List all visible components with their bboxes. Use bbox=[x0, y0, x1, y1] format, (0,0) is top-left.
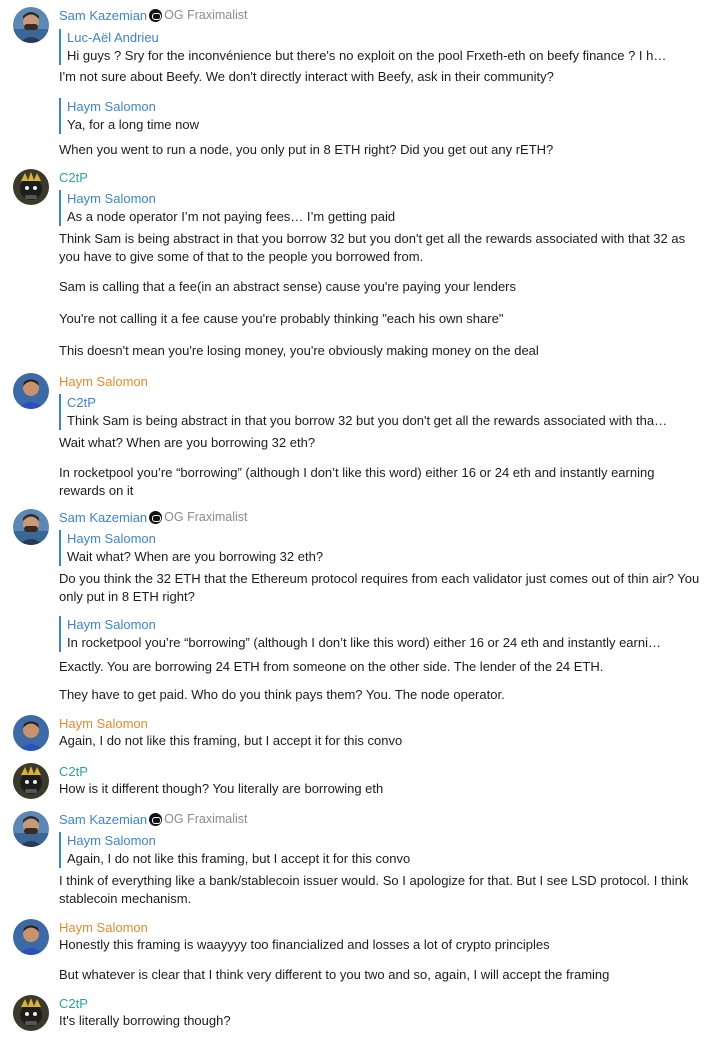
message-text: In rocketpool you’re “borrowing” (althou… bbox=[59, 465, 655, 498]
badge-icon bbox=[149, 8, 163, 22]
avatar-sam[interactable] bbox=[13, 811, 49, 847]
quote-text: Think Sam is being abstract in that you … bbox=[67, 413, 668, 428]
quote-author: Haym Salomon bbox=[67, 833, 156, 848]
avatar-haym[interactable] bbox=[13, 919, 49, 955]
quote-author: Luc-Aël Andrieu bbox=[67, 30, 159, 45]
message-text: I'm not sure about Beefy. We don't direc… bbox=[59, 69, 554, 84]
user-tag: OG Fraximalist bbox=[164, 510, 248, 524]
quote-author: Haym Salomon bbox=[67, 531, 156, 546]
avatar-haym[interactable] bbox=[13, 715, 49, 751]
message-text: Wait what? When are you borrowing 32 eth… bbox=[59, 435, 316, 450]
sender-name[interactable]: C2tP bbox=[59, 996, 88, 1011]
sender-name[interactable]: Sam Kazemian bbox=[59, 510, 147, 525]
quote-text: Again, I do not like this framing, but I… bbox=[67, 851, 411, 866]
message-text: I think of everything like a bank/stable… bbox=[59, 873, 689, 906]
quote-text: Hi guys ? Sry for the inconvénience but … bbox=[67, 48, 667, 63]
quote-author: Haym Salomon bbox=[67, 617, 156, 632]
message-text: They have to get paid. Who do you think … bbox=[59, 687, 505, 702]
sender-name[interactable]: Sam Kazemian bbox=[59, 812, 147, 827]
message-text: How is it different though? You literall… bbox=[59, 781, 384, 796]
message-text: Think Sam is being abstract in that you … bbox=[59, 231, 686, 264]
sender-name[interactable]: C2tP bbox=[59, 764, 88, 779]
badge-icon bbox=[149, 510, 163, 524]
reply-quote[interactable]: Haym Salomon Again, I do not like this f… bbox=[59, 832, 707, 868]
avatar-c2tp[interactable] bbox=[13, 169, 49, 205]
message-text: It's literally borrowing though? bbox=[59, 1013, 231, 1028]
reply-quote[interactable]: Haym Salomon Ya, for a long time now bbox=[59, 98, 707, 134]
avatar-haym[interactable] bbox=[13, 373, 49, 409]
quote-author: C2tP bbox=[67, 395, 96, 410]
message-text: When you went to run a node, you only pu… bbox=[59, 142, 554, 157]
sender-name[interactable]: Haym Salomon bbox=[59, 716, 148, 731]
reply-quote[interactable]: Luc-Aël Andrieu Hi guys ? Sry for the in… bbox=[59, 29, 707, 65]
quote-text: Wait what? When are you borrowing 32 eth… bbox=[67, 549, 324, 564]
quote-author: Haym Salomon bbox=[67, 99, 156, 114]
reply-quote[interactable]: Haym Salomon As a node operator I’m not … bbox=[59, 190, 707, 226]
sender-name[interactable]: Haym Salomon bbox=[59, 920, 148, 935]
user-tag: OG Fraximalist bbox=[164, 8, 248, 22]
sender-name[interactable]: C2tP bbox=[59, 170, 88, 185]
quote-text: In rocketpool you’re “borrowing” (althou… bbox=[67, 635, 661, 650]
reply-quote[interactable]: Haym Salomon Wait what? When are you bor… bbox=[59, 530, 707, 566]
message-text: Again, I do not like this framing, but I… bbox=[59, 733, 403, 748]
avatar-sam[interactable] bbox=[13, 7, 49, 43]
sender-name[interactable]: Sam Kazemian bbox=[59, 8, 147, 23]
avatar-c2tp[interactable] bbox=[13, 763, 49, 799]
quote-text: As a node operator I’m not paying fees… … bbox=[67, 209, 396, 224]
reply-quote[interactable]: Haym Salomon In rocketpool you’re “borro… bbox=[59, 616, 707, 652]
avatar-c2tp[interactable] bbox=[13, 995, 49, 1031]
badge-icon bbox=[149, 812, 163, 826]
quote-author: Haym Salomon bbox=[67, 191, 156, 206]
message-text: But whatever is clear that I think very … bbox=[59, 967, 610, 982]
message-text: You're not calling it a fee cause you're… bbox=[59, 311, 504, 326]
user-tag: OG Fraximalist bbox=[164, 812, 248, 826]
avatar-sam[interactable] bbox=[13, 509, 49, 545]
quote-text: Ya, for a long time now bbox=[67, 117, 199, 132]
message-text: Do you think the 32 ETH that the Ethereu… bbox=[59, 571, 700, 604]
message-text: Honestly this framing is waayyyy too fin… bbox=[59, 937, 550, 952]
message-text: This doesn't mean you're losing money, y… bbox=[59, 343, 539, 358]
sender-name[interactable]: Haym Salomon bbox=[59, 374, 148, 389]
reply-quote[interactable]: C2tP Think Sam is being abstract in that… bbox=[59, 394, 707, 430]
message-text: Sam is calling that a fee(in an abstract… bbox=[59, 279, 517, 294]
message-text: Exactly. You are borrowing 24 ETH from s… bbox=[59, 659, 604, 674]
